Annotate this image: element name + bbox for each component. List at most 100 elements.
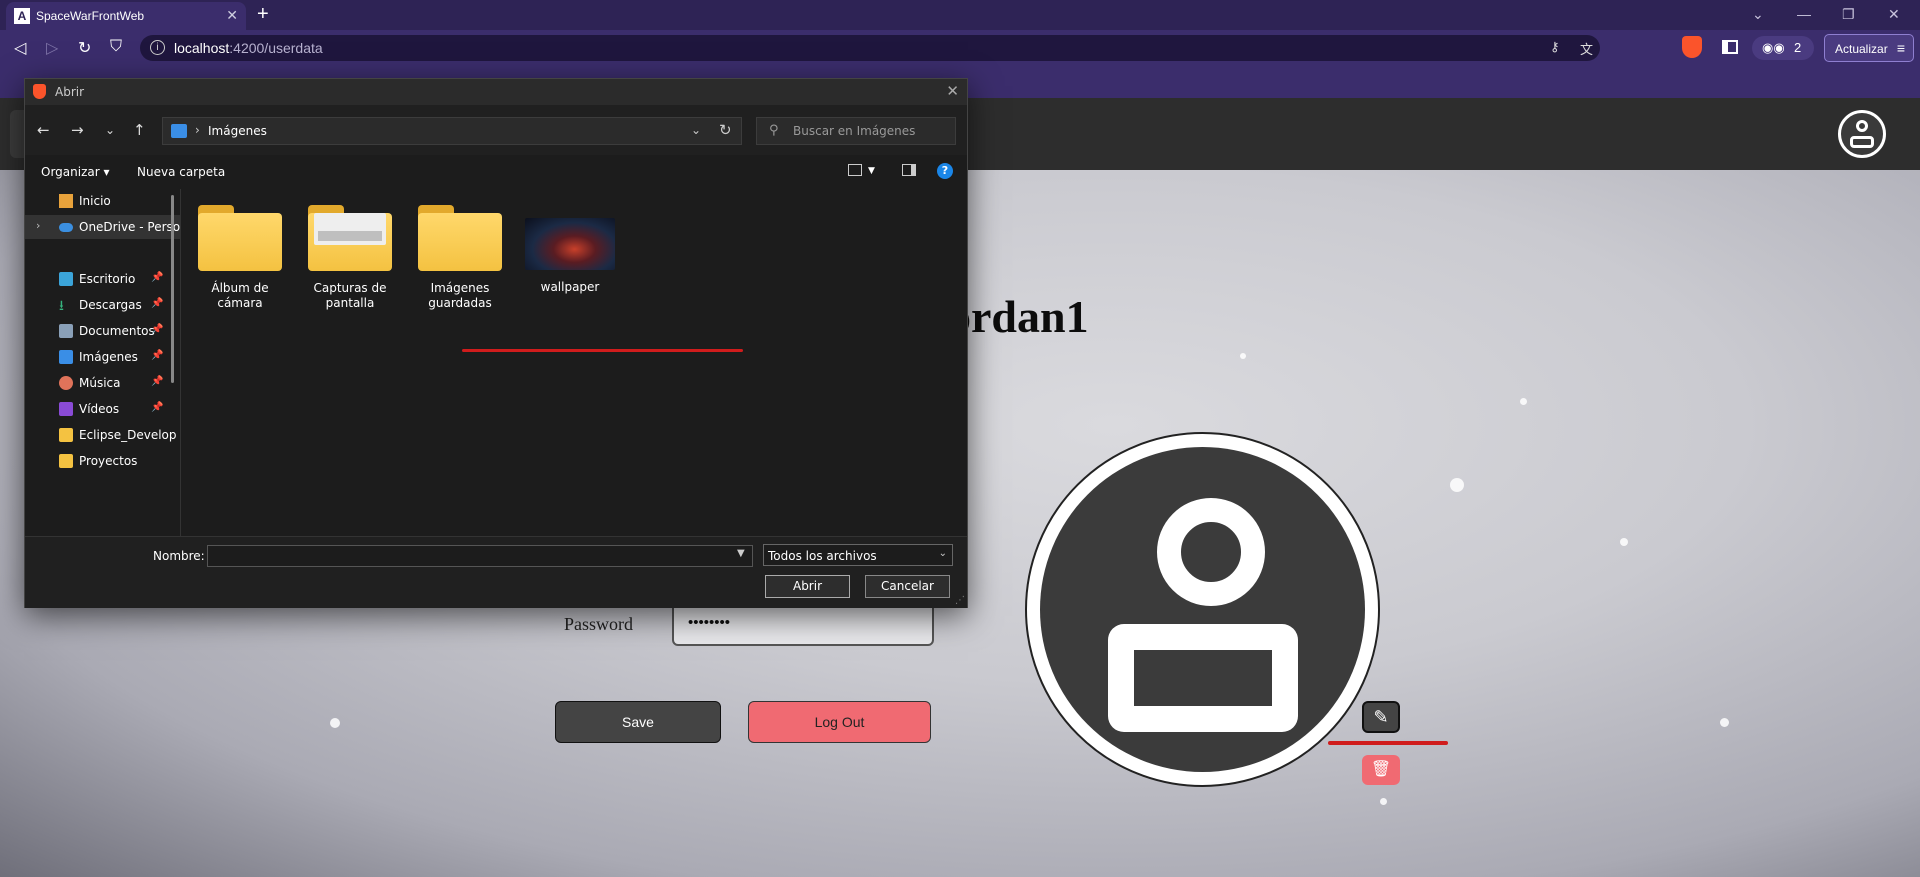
resize-grip-icon[interactable]: ⋰ (955, 595, 965, 606)
nav-item-videos[interactable]: Vídeos 📌 (25, 397, 180, 421)
recent-locations-icon[interactable]: ⌄ (105, 123, 115, 137)
nav-item-documentos[interactable]: Documentos 📌 (25, 319, 180, 343)
star-decoration (1620, 538, 1628, 546)
menu-icon: ≡ (1896, 40, 1905, 56)
nav-item-label: Vídeos (79, 402, 120, 416)
expand-chevron-icon[interactable]: › (36, 219, 40, 232)
cancel-button[interactable]: Cancelar (865, 575, 950, 598)
forward-icon[interactable]: ▷ (46, 38, 58, 58)
annotation-underline (462, 349, 743, 352)
up-arrow-icon[interactable]: ↑ (133, 121, 146, 139)
nav-item-label: Imágenes (79, 350, 138, 364)
key-icon[interactable]: ⚷ (1550, 39, 1560, 55)
browser-toolbar: ◁ ▷ ↻ ⛉ i localhost:4200/userdata ⚷ 文 ◉◉… (0, 30, 1920, 66)
glasses-icon: ◉◉ (1762, 40, 1785, 55)
address-bar[interactable]: i localhost:4200/userdata ⚷ 文 (140, 35, 1600, 61)
translate-icon[interactable]: 文 (1580, 39, 1593, 58)
avatar-head (1157, 498, 1265, 606)
nav-item-descargas[interactable]: ⭳ Descargas 📌 (25, 293, 180, 317)
path-dropdown-icon[interactable]: ⌄ (691, 123, 701, 137)
delete-avatar-button[interactable]: 🗑 (1362, 755, 1400, 785)
cloud-icon (59, 223, 73, 232)
file-item-imagenes-guardadas[interactable]: Imágenes guardadas (412, 205, 508, 311)
minimize-icon[interactable]: — (1797, 6, 1811, 22)
desktop-icon (59, 272, 73, 286)
file-item-label: wallpaper (540, 280, 600, 294)
reload-icon[interactable]: ↻ (78, 38, 91, 58)
view-options-icon[interactable] (848, 164, 862, 176)
logout-button[interactable]: Log Out (748, 701, 931, 743)
nav-item-label: OneDrive - Perso (79, 220, 181, 234)
dialog-close-icon[interactable]: ✕ (946, 82, 959, 100)
dialog-navigation: ← → ⌄ ↑ › Imágenes ⌄ ↻ ⚲ (25, 105, 967, 155)
folder-icon (59, 454, 73, 468)
bookmark-icon[interactable]: ⛉ (110, 38, 122, 56)
update-label: Actualizar (1835, 42, 1888, 56)
private-windows-indicator[interactable]: ◉◉ 2 (1752, 36, 1814, 60)
file-item-capturas[interactable]: Capturas de pantalla (302, 205, 398, 311)
search-box[interactable]: ⚲ (756, 117, 956, 145)
private-count: 2 (1794, 40, 1802, 55)
avatar-body (1108, 624, 1298, 732)
nav-item-imagenes[interactable]: Imágenes 📌 (25, 345, 180, 369)
image-icon (59, 350, 73, 364)
back-arrow-icon[interactable]: ← (37, 121, 50, 139)
preview-pane-icon[interactable] (902, 164, 916, 176)
folder-icon (418, 205, 502, 271)
username-heading: ordan1 (948, 291, 1089, 342)
nav-item-label: Descargas (79, 298, 142, 312)
open-button[interactable]: Abrir (765, 575, 850, 598)
forward-arrow-icon[interactable]: → (71, 121, 84, 139)
file-item-wallpaper[interactable]: wallpaper (522, 205, 618, 295)
organize-button[interactable]: Organizar ▾ (41, 165, 110, 179)
update-button[interactable]: Actualizar ≡ (1824, 34, 1914, 62)
home-icon (59, 194, 73, 208)
path-bar[interactable]: › Imágenes ⌄ ↻ (162, 117, 742, 145)
user-menu-button[interactable] (1838, 110, 1886, 158)
nav-item-proyectos[interactable]: Proyectos (25, 449, 180, 473)
back-icon[interactable]: ◁ (14, 38, 26, 58)
site-info-icon[interactable]: i (150, 40, 165, 55)
tab-close-icon[interactable]: ✕ (226, 7, 238, 24)
new-folder-button[interactable]: Nueva carpeta (137, 165, 225, 179)
nav-item-label: Proyectos (79, 454, 138, 468)
angular-favicon-icon: A (14, 8, 30, 24)
url-text: localhost:4200/userdata (174, 40, 323, 56)
nav-item-eclipse-develop[interactable]: Eclipse_Develop (25, 423, 180, 447)
view-dropdown-icon[interactable]: ▼ (868, 166, 875, 176)
nav-item-escritorio[interactable]: Escritorio 📌 (25, 267, 180, 291)
pictures-icon (171, 124, 187, 138)
help-icon[interactable]: ? (937, 163, 953, 179)
nav-item-inicio[interactable]: Inicio (25, 189, 180, 213)
navigation-scrollbar[interactable] (171, 195, 174, 383)
filename-input[interactable] (207, 545, 753, 567)
nav-item-musica[interactable]: Música 📌 (25, 371, 180, 395)
window-close-icon[interactable]: ✕ (1888, 6, 1900, 23)
file-item-album-camara[interactable]: Álbum de cámara (192, 205, 288, 311)
brave-shields-icon[interactable] (1682, 36, 1702, 58)
star-decoration (1720, 718, 1729, 727)
filename-dropdown-icon[interactable]: ▼ (737, 548, 745, 559)
nav-item-label: Documentos (79, 324, 155, 338)
password-label: Password (564, 614, 634, 634)
file-open-dialog: Abrir ✕ ← → ⌄ ↑ › Imágenes ⌄ ↻ ⚲ Organiz… (24, 78, 968, 608)
restore-icon[interactable]: ❐ (1842, 6, 1855, 23)
star-decoration (1240, 353, 1246, 359)
annotation-underline (1328, 741, 1448, 745)
new-tab-icon[interactable]: + (257, 3, 269, 26)
pencil-icon: ✎ (1373, 707, 1389, 727)
file-item-label: Álbum de cámara (211, 281, 269, 310)
tab-search-chevron-icon[interactable]: ⌄ (1752, 6, 1764, 23)
sidebar-toggle-icon[interactable] (1722, 40, 1738, 54)
star-decoration (1380, 798, 1387, 805)
browser-tab-strip: A SpaceWarFrontWeb ✕ + ⌄ — ❐ ✕ (0, 0, 1920, 30)
browser-tab[interactable]: A SpaceWarFrontWeb ✕ (6, 2, 246, 30)
refresh-icon[interactable]: ↻ (719, 121, 732, 139)
edit-avatar-button[interactable]: ✎ (1362, 701, 1400, 733)
folder-icon (59, 428, 73, 442)
file-type-select[interactable]: Todos los archivos ⌄ (763, 544, 953, 566)
search-input[interactable] (793, 122, 948, 140)
file-item-label: Imágenes guardadas (428, 281, 492, 310)
save-button[interactable]: Save (555, 701, 721, 743)
nav-item-onedrive[interactable]: › OneDrive - Perso (25, 215, 181, 239)
